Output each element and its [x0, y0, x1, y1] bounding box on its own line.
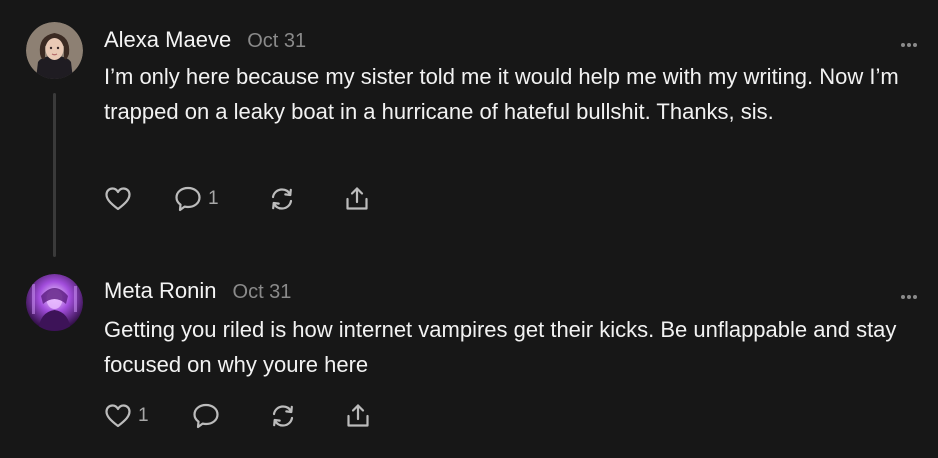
action-bar: 1 [104, 184, 404, 214]
more-options-icon[interactable] [900, 35, 918, 47]
comment-button[interactable]: 1 [174, 184, 219, 214]
post-date[interactable]: Oct 31 [233, 281, 292, 304]
share-icon [347, 404, 369, 427]
heart-icon [105, 187, 131, 211]
post-text: I’m only here because my sister told me … [104, 64, 899, 124]
purple-portrait-icon [26, 274, 83, 331]
comment-count: 1 [208, 188, 219, 209]
restack-button[interactable] [268, 184, 296, 214]
more-options-icon[interactable] [900, 287, 918, 299]
like-button[interactable] [104, 184, 138, 214]
restack-button[interactable] [269, 401, 297, 431]
share-button[interactable] [344, 401, 372, 431]
author-name[interactable]: Meta Ronin [104, 278, 217, 304]
post-header: Meta Ronin Oct 31 [104, 278, 291, 304]
post-text: Getting you riled is how internet vampir… [104, 317, 897, 377]
restack-icon [271, 188, 293, 210]
restack-icon [272, 405, 294, 427]
share-button[interactable] [343, 184, 371, 214]
thread-line [53, 93, 56, 257]
share-icon [346, 187, 368, 210]
comment-post: Alexa Maeve Oct 31 I’m only here because… [0, 0, 938, 262]
post-date[interactable]: Oct 31 [247, 30, 306, 53]
comment-icon [175, 186, 201, 212]
like-button[interactable]: 1 [104, 401, 149, 431]
comment-icon [193, 403, 219, 429]
comment-button[interactable] [192, 401, 226, 431]
avatar[interactable] [26, 274, 83, 331]
comment-post: Meta Ronin Oct 31 Getting you riled is h… [0, 262, 938, 458]
action-bar: 1 [104, 401, 404, 431]
heart-icon [105, 404, 131, 428]
like-count: 1 [138, 405, 149, 426]
portrait-photo-icon [26, 22, 83, 79]
author-name[interactable]: Alexa Maeve [104, 27, 231, 53]
avatar[interactable] [26, 22, 83, 79]
post-header: Alexa Maeve Oct 31 [104, 27, 306, 53]
